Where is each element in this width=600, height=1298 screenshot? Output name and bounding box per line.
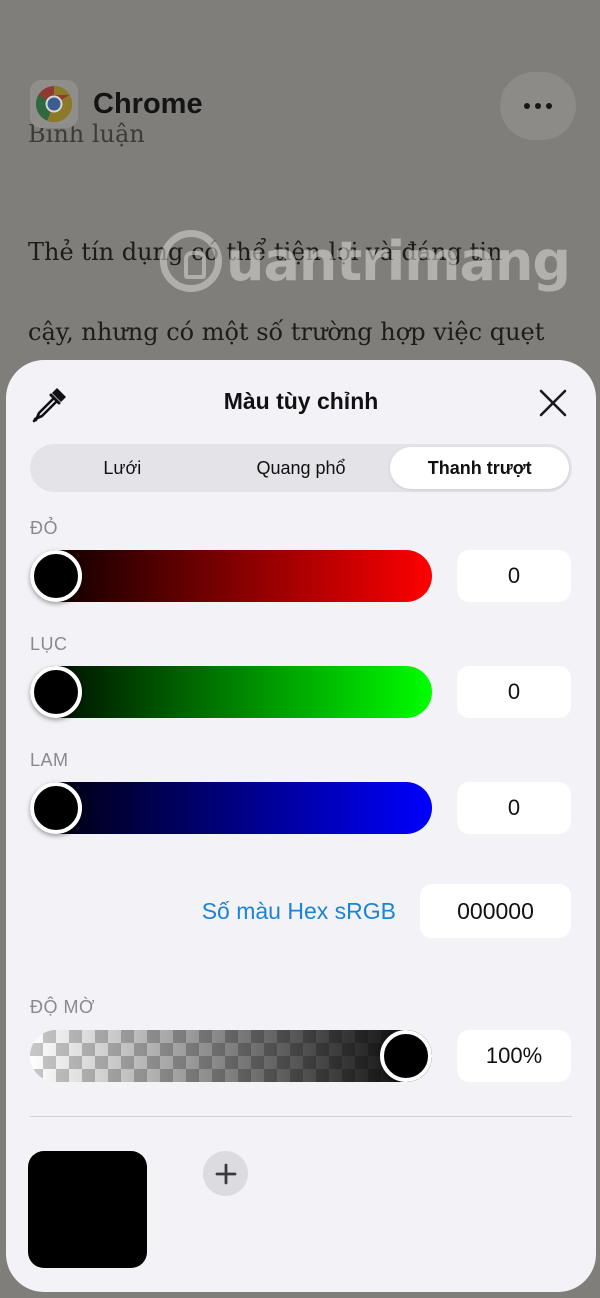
hex-label: Số màu Hex sRGB — [201, 898, 396, 924]
more-icon-dot — [546, 103, 552, 109]
tab-sliders[interactable]: Thanh trượt — [390, 447, 570, 489]
green-slider[interactable] — [30, 666, 432, 718]
more-button[interactable] — [500, 72, 576, 140]
more-icon — [524, 103, 530, 109]
red-label: ĐỎ — [30, 518, 58, 538]
selected-color-swatch[interactable] — [28, 1151, 147, 1268]
red-value-field[interactable]: 0 — [457, 550, 571, 602]
sheet-header: Màu tùy chỉnh — [6, 360, 596, 444]
opacity-value-field[interactable]: 100% — [457, 1030, 571, 1082]
tab-spectrum[interactable]: Quang phổ — [212, 447, 391, 489]
blue-slider-thumb[interactable] — [30, 782, 82, 834]
blue-label: LAM — [30, 750, 69, 770]
app-bar: Chrome — [30, 80, 203, 128]
blue-slider[interactable] — [30, 782, 432, 834]
divider — [30, 1116, 572, 1117]
chrome-logo-icon — [30, 80, 78, 128]
green-value-field[interactable]: 0 — [457, 666, 571, 718]
opacity-label: ĐỘ MỜ — [30, 997, 95, 1017]
close-icon[interactable] — [536, 386, 570, 420]
blue-value-field[interactable]: 0 — [457, 782, 571, 834]
green-label: LỤC — [30, 634, 68, 654]
red-slider[interactable] — [30, 550, 432, 602]
bg-paragraph-line: cậy, nhưng có một số trường hợp việc quẹ… — [28, 318, 545, 346]
app-name: Chrome — [93, 87, 203, 120]
sheet-title: Màu tùy chỉnh — [223, 388, 379, 414]
watermark-text: uantrimang — [226, 229, 571, 293]
hex-value-field[interactable]: 000000 — [420, 884, 571, 938]
bulb-icon — [160, 230, 222, 292]
tab-grid[interactable]: Lưới — [33, 447, 212, 489]
plus-icon — [215, 1163, 236, 1184]
color-picker-sheet: Màu tùy chỉnh Lưới Quang phổ Thanh trượt… — [6, 360, 596, 1292]
mode-segmented-control: Lưới Quang phổ Thanh trượt — [30, 444, 572, 492]
watermark-logo: uantrimang — [160, 222, 571, 300]
add-color-button[interactable] — [203, 1151, 248, 1196]
green-slider-thumb[interactable] — [30, 666, 82, 718]
opacity-slider[interactable] — [30, 1030, 432, 1082]
red-slider-thumb[interactable] — [30, 550, 82, 602]
opacity-slider-thumb[interactable] — [380, 1030, 432, 1082]
more-icon-dot — [535, 103, 541, 109]
